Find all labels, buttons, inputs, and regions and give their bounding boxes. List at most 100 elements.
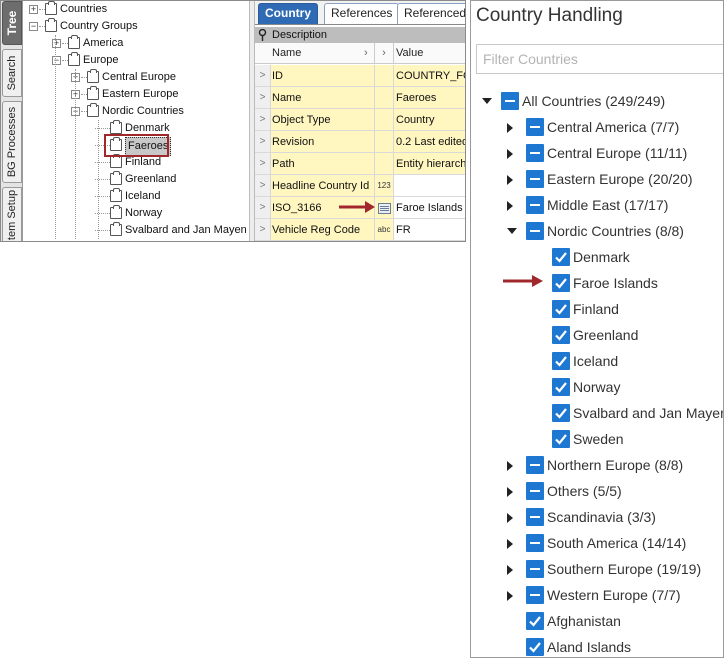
- property-value[interactable]: Country: [394, 109, 465, 130]
- row-expand-icon[interactable]: >: [255, 153, 271, 174]
- tab-referenced[interactable]: Referenced: [397, 3, 465, 24]
- property-value[interactable]: Faeroes: [394, 87, 465, 108]
- checkbox-indeterminate-icon[interactable]: [526, 456, 544, 474]
- collapse-icon[interactable]: −: [52, 56, 61, 65]
- caret-right-icon[interactable]: [507, 149, 513, 159]
- property-row[interactable]: > Revision 0.2 Last edited: [255, 131, 465, 153]
- country-tree-item[interactable]: Northern Europe (8/8): [471, 453, 723, 477]
- checkbox-indeterminate-icon[interactable]: [526, 118, 544, 136]
- row-expand-icon[interactable]: >: [255, 87, 271, 108]
- row-expand-icon[interactable]: >: [255, 109, 271, 130]
- expand-icon[interactable]: +: [52, 39, 61, 48]
- checkbox-indeterminate-icon[interactable]: [526, 482, 544, 500]
- checkbox-indeterminate-icon[interactable]: [526, 144, 544, 162]
- row-expand-icon[interactable]: >: [255, 197, 271, 218]
- tab-search[interactable]: Search: [2, 49, 22, 97]
- checkbox-checked-icon[interactable]: [552, 248, 570, 266]
- country-tree-item[interactable]: Norway: [471, 375, 723, 399]
- checkbox-checked-icon[interactable]: [552, 378, 570, 396]
- caret-right-icon[interactable]: [507, 513, 513, 523]
- checkbox-checked-icon[interactable]: [552, 404, 570, 422]
- country-tree-item[interactable]: Iceland: [471, 349, 723, 373]
- property-row[interactable]: > Headline Country Id 123: [255, 175, 465, 197]
- checkbox-checked-icon[interactable]: [526, 612, 544, 630]
- checkbox-indeterminate-icon[interactable]: [501, 92, 519, 110]
- checkbox-checked-icon[interactable]: [526, 638, 544, 656]
- property-value[interactable]: 0.2 Last edited: [394, 131, 465, 152]
- property-value[interactable]: COUNTRY_FO: [394, 65, 465, 86]
- value-column-header[interactable]: Value: [396, 43, 465, 63]
- row-expand-icon[interactable]: >: [255, 131, 271, 152]
- country-tree-item[interactable]: Greenland: [471, 323, 723, 347]
- tree-node[interactable]: − Nordic Countries: [25, 103, 249, 120]
- property-value[interactable]: Faroe Islands: [394, 197, 465, 218]
- caret-right-icon[interactable]: [507, 461, 513, 471]
- country-tree-item[interactable]: Denmark: [471, 245, 723, 269]
- checkbox-indeterminate-icon[interactable]: [526, 170, 544, 188]
- country-tree-item[interactable]: Aland Islands: [471, 635, 723, 657]
- checkbox-checked-icon[interactable]: [552, 300, 570, 318]
- caret-right-icon[interactable]: [507, 539, 513, 549]
- caret-right-icon[interactable]: [507, 123, 513, 133]
- property-value[interactable]: [394, 175, 465, 196]
- pin-icon[interactable]: [258, 29, 267, 41]
- property-value[interactable]: Entity hierarch: [394, 153, 465, 174]
- country-tree-item[interactable]: Svalbard and Jan Mayen: [471, 401, 723, 425]
- description-group-header[interactable]: Description: [255, 27, 465, 43]
- country-tree-item[interactable]: Middle East (17/17): [471, 193, 723, 217]
- row-expand-icon[interactable]: >: [255, 65, 271, 86]
- caret-right-icon[interactable]: [507, 487, 513, 497]
- country-tree-item[interactable]: Scandinavia (3/3): [471, 505, 723, 529]
- tree-node[interactable]: + America: [25, 35, 249, 52]
- tab-bg-processes[interactable]: BG Processes: [2, 101, 22, 183]
- tab-country[interactable]: Country: [258, 3, 318, 24]
- caret-right-icon[interactable]: [507, 565, 513, 575]
- tree-node[interactable]: Greenland: [25, 171, 249, 188]
- country-tree-item[interactable]: Sweden: [471, 427, 723, 451]
- caret-down-icon[interactable]: [482, 98, 492, 104]
- tree-node[interactable]: + Countries: [25, 1, 249, 18]
- checkbox-checked-icon[interactable]: [552, 326, 570, 344]
- expand-icon[interactable]: +: [29, 5, 38, 14]
- checkbox-indeterminate-icon[interactable]: [526, 586, 544, 604]
- country-tree-item[interactable]: Southern Europe (19/19): [471, 557, 723, 581]
- checkbox-checked-icon[interactable]: [552, 274, 570, 292]
- country-tree-item[interactable]: South America (14/14): [471, 531, 723, 555]
- tree-node[interactable]: + Eastern Europe: [25, 86, 249, 103]
- country-tree-item[interactable]: Central America (7/7): [471, 115, 723, 139]
- property-row[interactable]: > Path Entity hierarch: [255, 153, 465, 175]
- caret-right-icon[interactable]: [507, 591, 513, 601]
- country-tree-item[interactable]: Eastern Europe (20/20): [471, 167, 723, 191]
- name-column-chevron-icon[interactable]: ›: [364, 43, 374, 63]
- tree-node[interactable]: − Country Groups: [25, 18, 249, 35]
- property-row[interactable]: > Object Type Country: [255, 109, 465, 131]
- country-tree-item[interactable]: Nordic Countries (8/8): [471, 219, 723, 243]
- property-row[interactable]: > Name Faeroes: [255, 87, 465, 109]
- country-tree-item[interactable]: Finland: [471, 297, 723, 321]
- caret-right-icon[interactable]: [507, 175, 513, 185]
- country-tree-item[interactable]: Others (5/5): [471, 479, 723, 503]
- country-tree-item[interactable]: Western Europe (7/7): [471, 583, 723, 607]
- checkbox-indeterminate-icon[interactable]: [526, 560, 544, 578]
- collapse-icon[interactable]: −: [29, 22, 38, 31]
- checkbox-indeterminate-icon[interactable]: [526, 534, 544, 552]
- tree-node[interactable]: − Europe: [25, 52, 249, 69]
- row-expand-icon[interactable]: >: [255, 175, 271, 196]
- filter-countries-input[interactable]: [477, 45, 723, 73]
- row-expand-icon[interactable]: >: [255, 219, 271, 240]
- tree-node[interactable]: + Central Europe: [25, 69, 249, 86]
- country-tree-item[interactable]: Afghanistan: [471, 609, 723, 633]
- tab-system-setup[interactable]: tem Setup: [2, 187, 22, 241]
- property-row[interactable]: > ID COUNTRY_FO: [255, 65, 465, 87]
- checkbox-indeterminate-icon[interactable]: [526, 196, 544, 214]
- checkbox-indeterminate-icon[interactable]: [526, 222, 544, 240]
- property-row[interactable]: > Vehicle Reg Code abc FR: [255, 219, 465, 241]
- checkbox-checked-icon[interactable]: [552, 430, 570, 448]
- tab-tree[interactable]: Tree: [2, 1, 22, 45]
- tree-node[interactable]: Svalbard and Jan Mayen: [25, 222, 249, 239]
- name-column-header[interactable]: Name: [271, 43, 375, 63]
- checkbox-checked-icon[interactable]: [552, 352, 570, 370]
- property-value[interactable]: FR: [394, 219, 465, 240]
- country-tree-item[interactable]: All Countries (249/249): [471, 89, 723, 113]
- country-tree-item[interactable]: Central Europe (11/11): [471, 141, 723, 165]
